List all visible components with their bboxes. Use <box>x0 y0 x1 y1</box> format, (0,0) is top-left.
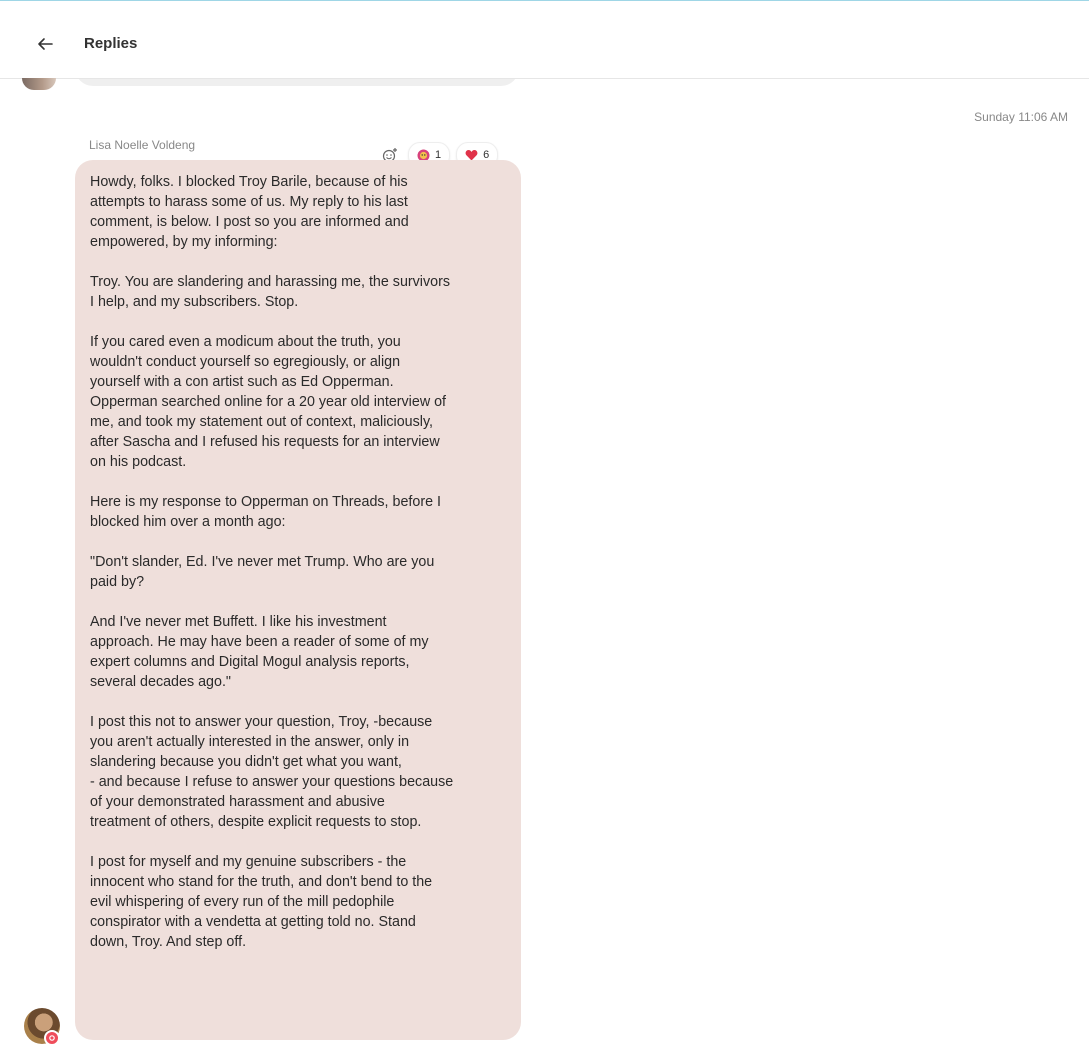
message-paragraph: If you cared even a modicum about the tr… <box>90 334 447 470</box>
message-paragraph: And I've never met Buffett. I like his i… <box>90 614 429 690</box>
story-badge-icon <box>44 1030 60 1046</box>
message-paragraph: I post this not to answer your question,… <box>90 714 454 830</box>
sender-name: Lisa Noelle Voldeng <box>89 138 196 152</box>
header-bar: Replies <box>0 1 1089 79</box>
previous-sender-avatar[interactable] <box>22 78 56 90</box>
message-bubble[interactable]: Howdy, folks. I blocked Troy Barile, bec… <box>75 160 521 1040</box>
message-paragraph: Howdy, folks. I blocked Troy Barile, bec… <box>90 174 409 250</box>
message-paragraph: Troy. You are slandering and harassing m… <box>90 274 450 310</box>
page-title: Replies <box>84 35 138 52</box>
message-timestamp: Sunday 11:06 AM <box>974 110 1068 124</box>
message-paragraph: Here is my response to Opperman on Threa… <box>90 494 441 530</box>
message-paragraph: I post for myself and my genuine subscri… <box>90 854 433 950</box>
sender-avatar[interactable] <box>22 1006 62 1046</box>
back-arrow-icon <box>38 38 53 50</box>
message-paragraph: "Don't slander, Ed. I've never met Trump… <box>90 554 435 590</box>
back-button[interactable] <box>30 29 60 59</box>
